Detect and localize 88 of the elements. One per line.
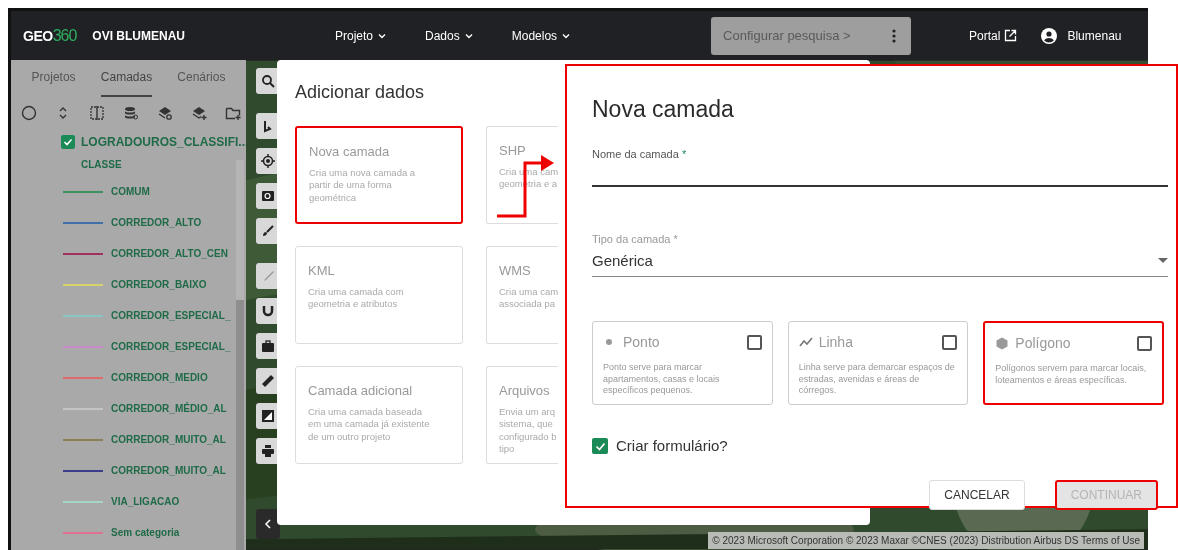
project-name: OVI BLUMENAU — [92, 27, 185, 45]
circle-icon[interactable] — [21, 105, 37, 121]
legend-label: CORREDOR_MEDIO — [111, 371, 208, 385]
checkbox[interactable] — [1137, 336, 1152, 352]
layer-add-icon[interactable] — [191, 105, 207, 121]
more-icon — [891, 28, 896, 43]
option-description: Cria uma cam associada pa — [499, 286, 558, 311]
geometry-option-card[interactable]: Linha Linha serve para demarcar espaços de estradas, avenidas e áreas de córregos. — [787, 321, 969, 406]
legend-label: CORREDOR_ESPECIAL_ — [111, 340, 231, 354]
legend-label: CORREDOR_ALTO — [111, 216, 202, 230]
option-title: Arquivos — [499, 381, 551, 400]
legend-label: Sem categoria — [111, 526, 180, 540]
option-description: Envia um arq sistema, que configurado b tipo — [499, 406, 558, 456]
option-title: Ponto — [623, 333, 660, 353]
checkbox[interactable] — [592, 438, 608, 455]
sidebar-tab[interactable]: Projetos — [31, 60, 76, 97]
option-description: Ponto serve para marcar apartamentos, casas e locais específicos pequenos. — [603, 362, 721, 398]
geometry-option-card[interactable]: Ponto Ponto serve para marcar apartamentos, casas e locais específicos pequenos. — [592, 321, 773, 406]
option-description: Polígonos servem para marcar locais, loteamentos e áreas específicas. — [995, 363, 1148, 387]
sidebar-tab[interactable]: Camadas — [100, 60, 153, 97]
ruler-icon[interactable] — [261, 374, 275, 388]
option-card[interactable]: Camada adicional Cria uma camada baseada em uma camada já existente de um outro projeto — [295, 365, 463, 464]
external-link-icon — [1004, 29, 1018, 42]
layers-icon[interactable] — [261, 409, 275, 423]
legend-label: CORREDOR_ESPECIAL_ — [111, 309, 231, 323]
split-view-icon[interactable] — [89, 105, 105, 121]
legend-label: CORREDOR_BAIXO — [111, 278, 207, 292]
action-button[interactable]: CANCELAR — [929, 479, 1025, 510]
brush-icon[interactable] — [261, 224, 275, 238]
dropdown-caret-icon — [1158, 257, 1168, 264]
checkbox[interactable] — [746, 335, 762, 351]
geometry-option-card[interactable]: Polígono Polígonos servem para marcar locais, loteamentos e áreas específicas. — [983, 321, 1164, 406]
layer-name[interactable]: LOGRADOUROS_CLASSIFI... — [81, 133, 249, 151]
search-icon[interactable] — [261, 74, 275, 88]
option-card[interactable]: WMS Cria uma cam associada pa — [486, 245, 558, 344]
checkbox-label: Criar formulário? — [616, 436, 728, 457]
option-description: Cria uma nova camada a partir de uma forma geométrica — [309, 167, 417, 205]
user-icon — [1041, 27, 1058, 44]
more-button[interactable] — [876, 16, 912, 55]
briefcase-icon[interactable] — [261, 339, 275, 353]
option-card[interactable]: Nova camada Cria uma nova camada a partir de uma forma geométrica — [295, 125, 463, 224]
hexagon-icon — [995, 337, 1010, 351]
sidebar-tab[interactable]: Cenários — [177, 60, 226, 97]
logo: GEO360 — [23, 25, 77, 46]
option-card[interactable]: Arquivos Envia um arq sistema, que configurado b tipo — [486, 365, 558, 464]
option-title: Camada adicional — [308, 381, 414, 400]
database-icon[interactable] — [123, 105, 139, 121]
option-title: Nova camada — [309, 142, 391, 161]
option-description: Linha serve para demarcar espaços de estradas, avenidas e áreas de córregos. — [798, 362, 956, 398]
layer-checkbox[interactable] — [61, 135, 75, 149]
field-label: Tipo da camada * — [592, 232, 679, 248]
checkbox[interactable] — [942, 335, 958, 351]
legend-label: CORREDOR_ALTO_CEN — [111, 247, 228, 261]
magnet-icon[interactable] — [261, 304, 275, 318]
option-description: Cria uma camada baseada em uma camada já existente de um outro projeto — [308, 406, 431, 444]
option-title: SHP — [499, 141, 527, 160]
option-title: Linha — [818, 333, 853, 353]
print-icon[interactable] — [261, 444, 275, 458]
option-card[interactable]: KML Cria uma camada com geometria e atributos — [295, 245, 463, 344]
collapse-button[interactable] — [256, 509, 280, 539]
legend-label: CORREDOR_MÉDIO_AL — [111, 401, 227, 416]
menu-item[interactable]: Dados — [425, 26, 474, 45]
group-label: CLASSE — [80, 158, 123, 172]
map-attribution: © 2023 Microsoft Corporation © 2023 Maxar ©CNES (2023) Distribution Airbus DS Terms of Use — [708, 532, 1144, 549]
menu-item[interactable]: Modelos — [511, 26, 572, 45]
legend-label: CORREDOR_MUITO_AL — [111, 433, 226, 447]
legend-label: VIA_LIGACAO — [111, 495, 180, 509]
dialog-title: Adicionar dados — [295, 82, 426, 104]
option-title: WMS — [499, 261, 532, 280]
legend-label: CORREDOR_MUITO_AL — [111, 464, 226, 478]
option-title: Polígono — [1015, 334, 1071, 354]
folder-add-icon[interactable] — [225, 105, 241, 121]
checkmark-icon — [594, 440, 606, 452]
menu-item[interactable]: Projeto — [335, 26, 388, 45]
chevron-left-icon — [264, 519, 272, 529]
option-title: KML — [308, 261, 336, 280]
user-menu[interactable]: Blumenau — [1041, 26, 1122, 45]
portal-link[interactable]: Portal — [969, 26, 1018, 45]
target-icon[interactable] — [261, 154, 275, 168]
dialog-title: Nova camada — [592, 96, 735, 124]
type-select[interactable]: Genérica — [592, 247, 1168, 278]
search-field[interactable]: Configurar pesquisa > — [711, 16, 877, 55]
field-label: Nome da camada * — [592, 146, 688, 162]
checkmark-icon — [63, 137, 73, 147]
zoom-box-icon[interactable] — [261, 189, 275, 203]
legend-label: COMUM — [111, 185, 150, 199]
layer-search-icon[interactable] — [157, 105, 173, 121]
option-description: Cria uma camada com geometria e atributos — [308, 286, 405, 311]
